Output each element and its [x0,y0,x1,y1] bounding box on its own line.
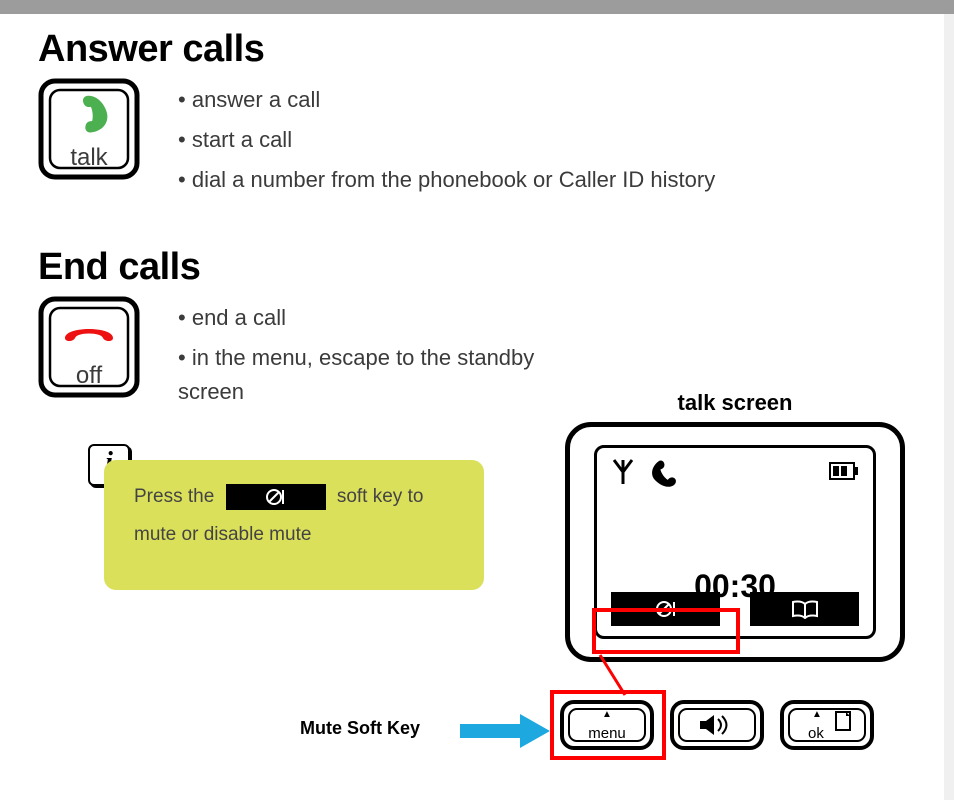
battery-icon [829,462,859,480]
bullet-text: in the menu, escape to the standby scree… [178,341,548,409]
info-text-line2: mute or disable mute [134,524,458,546]
info-text-post: soft key to [337,486,424,507]
talk-handset-icon [64,92,114,142]
off-key-label: off [38,362,140,390]
callout-label: Mute Soft Key [300,718,420,739]
mute-softkey-chip [226,484,326,510]
bullet-text: end a call [178,301,548,335]
right-margin [944,14,954,800]
bullet-text: start a call [178,123,934,157]
highlight-box [592,608,740,654]
off-handset-icon [61,316,117,346]
highlight-box [550,690,666,760]
ok-key-label: ok [780,725,874,742]
bullet-text: answer a call [178,83,934,117]
mute-icon [265,486,287,508]
call-active-icon [647,456,679,488]
soft-key-phonebook [750,592,859,626]
ok-hardware-key: ▲ ok [780,700,874,750]
talk-key-label: talk [38,144,140,172]
phonebook-icon [791,599,819,619]
antenna-icon [611,458,635,486]
header-bar [0,0,954,14]
leader-line [595,650,675,700]
up-triangle-icon: ▲ [760,709,874,720]
figure-title: talk screen [560,390,910,416]
heading-end-calls: End calls [38,246,934,289]
off-key-illustration: off [38,296,140,398]
speaker-hardware-key [670,700,764,750]
info-note: Press the soft key to mute or disable mu… [104,460,484,590]
heading-answer-calls: Answer calls [38,28,934,71]
talk-key-illustration: talk [38,78,140,180]
bullet-text: dial a number from the phonebook or Call… [178,163,934,197]
info-text-pre: Press the [134,486,214,507]
arrow-right-icon [460,714,550,748]
